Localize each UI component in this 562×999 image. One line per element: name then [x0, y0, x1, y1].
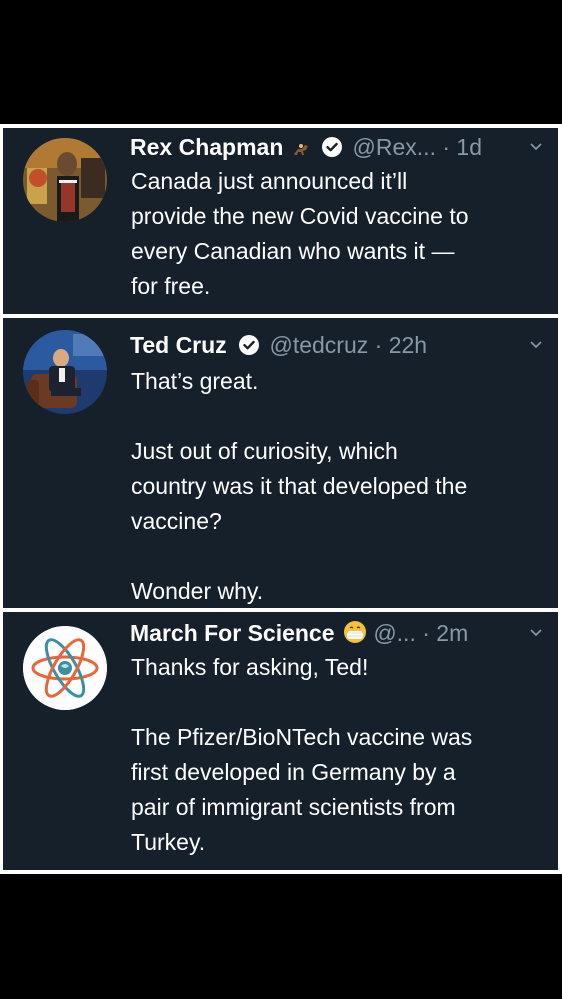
avatar[interactable] — [23, 626, 107, 710]
timestamp[interactable]: 1d — [456, 134, 482, 160]
tweet-line: Thanks for asking, Ted! — [131, 654, 369, 680]
tweet-line: country was it that developed the — [131, 473, 468, 499]
avatar[interactable] — [23, 330, 107, 414]
separator: · — [422, 620, 430, 646]
tweet-line: provide the new Covid vaccine to — [131, 203, 469, 229]
handle[interactable]: @... — [373, 620, 416, 646]
tweet-line: That’s great. — [131, 368, 259, 394]
tweet-line: Wonder why. — [131, 578, 264, 604]
timestamp[interactable]: 22h — [389, 332, 427, 358]
horse-racing-emoji — [292, 135, 310, 162]
tweet-line: pair of immigrant scientists from — [131, 794, 456, 820]
handle[interactable]: @tedcruz — [269, 332, 368, 358]
tweet-march-for-science[interactable]: March For Science @... · 2m Thanks for a… — [3, 612, 558, 870]
tweet-line: The Pfizer/BioNTech vaccine was — [131, 724, 473, 750]
tweet-text: Thanks for asking, Ted! The Pfizer/BioNT… — [131, 650, 544, 860]
handle[interactable]: @Rex... — [353, 134, 436, 160]
display-name[interactable]: March For Science — [130, 620, 335, 646]
chevron-down-icon[interactable] — [528, 132, 544, 162]
separator: · — [374, 332, 383, 358]
tweet-rex-chapman[interactable]: Rex Chapman @Rex... · 1d Canada just ann… — [3, 128, 558, 314]
chevron-down-icon[interactable] — [528, 330, 544, 360]
tweet-line: every Canadian who wants it — — [131, 238, 455, 264]
tweet-line: vaccine? — [131, 508, 222, 534]
tweet-line: for free. — [131, 273, 211, 299]
verified-badge-icon — [239, 332, 260, 355]
verified-badge-icon — [322, 134, 343, 157]
separator: · — [442, 134, 451, 160]
display-name[interactable]: Ted Cruz — [130, 332, 227, 358]
tweet-line: first developed in Germany by a — [131, 759, 456, 785]
timestamp[interactable]: 2m — [436, 620, 468, 646]
atom-logo-icon — [23, 626, 107, 710]
avatar[interactable] — [23, 138, 107, 222]
tweet-text: Canada just announced it’ll provide the … — [131, 164, 544, 304]
chevron-down-icon[interactable] — [528, 618, 544, 648]
tweet-ted-cruz[interactable]: Ted Cruz @tedcruz · 22h That’s great. Ju… — [3, 318, 558, 608]
face-with-medical-mask-emoji — [343, 620, 367, 648]
tweet-text: That’s great. Just out of curiosity, whi… — [131, 364, 544, 609]
tweet-header: March For Science @... · 2m — [130, 618, 548, 648]
display-name[interactable]: Rex Chapman — [130, 134, 283, 160]
tweet-header: Ted Cruz @tedcruz · 22h — [130, 330, 548, 360]
tweet-line: Canada just announced it’ll — [131, 168, 408, 194]
tweet-line: Turkey. — [131, 829, 206, 855]
tweet-line: Just out of curiosity, which — [131, 438, 398, 464]
tweet-header: Rex Chapman @Rex... · 1d — [130, 132, 548, 162]
